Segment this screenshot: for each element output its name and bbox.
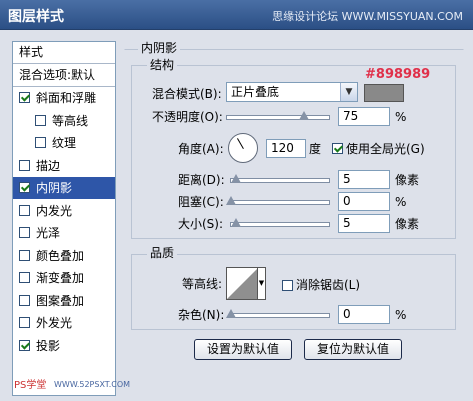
choke-input[interactable]: 0 (338, 192, 390, 211)
window-title: 图层样式 (8, 9, 64, 25)
style-item-label: 投影 (36, 338, 61, 353)
style-item-label: 渐变叠加 (36, 271, 85, 286)
styles-list-header[interactable]: 样式 (13, 42, 115, 64)
antialias-checkbox[interactable] (282, 280, 293, 291)
style-item-checkbox[interactable] (19, 227, 30, 239)
antialias-label[interactable]: 消除锯齿(L) (296, 277, 360, 293)
blend-mode-select[interactable]: 正片叠底 ▼ (226, 82, 358, 102)
style-item[interactable]: 斜面和浮雕 (13, 87, 115, 110)
choke-slider-thumb[interactable] (226, 196, 236, 205)
watermark: 思缘设计论坛 WWW.MISSYUAN.COM (272, 10, 463, 23)
noise-slider[interactable] (226, 309, 330, 318)
style-item[interactable]: 图案叠加 (13, 289, 115, 312)
style-item[interactable]: 颜色叠加 (13, 244, 115, 267)
title-bar: 图层样式 思缘设计论坛 WWW.MISSYUAN.COM (0, 0, 473, 30)
style-item-label: 颜色叠加 (36, 248, 85, 263)
distance-input[interactable]: 5 (338, 170, 390, 189)
distance-slider[interactable] (230, 174, 330, 183)
style-item[interactable]: 外发光 (13, 312, 115, 335)
style-item[interactable]: 光泽 (13, 222, 115, 245)
inner-shadow-title: 内阴影 (138, 41, 181, 55)
size-slider[interactable] (230, 218, 330, 227)
style-item-label: 图案叠加 (36, 293, 85, 308)
blend-options-item[interactable]: 混合选项:默认 (13, 64, 115, 87)
shadow-color-swatch[interactable] (364, 84, 404, 102)
distance-unit: 像素 (395, 173, 420, 187)
style-item[interactable]: 内阴影 (13, 176, 115, 199)
noise-slider-thumb[interactable] (226, 309, 236, 318)
style-item-label: 等高线 (52, 113, 89, 128)
opacity-unit: % (395, 110, 407, 124)
style-item-checkbox[interactable] (19, 204, 30, 216)
style-item-label: 外发光 (36, 316, 73, 331)
ps-logo: PS学堂 (14, 380, 47, 391)
logo-url: WWW.52PSXT.COM (54, 380, 131, 389)
noise-label: 杂色(N): (178, 308, 225, 322)
reset-default-button[interactable]: 复位为默认值 (304, 339, 402, 360)
style-item-label: 纹理 (52, 136, 77, 151)
angle-label: 角度(A): (178, 142, 224, 156)
global-light-label[interactable]: 使用全局光(G) (346, 141, 425, 157)
size-slider-thumb[interactable] (231, 218, 241, 227)
set-default-button[interactable]: 设置为默认值 (194, 339, 292, 360)
style-item-label: 斜面和浮雕 (36, 91, 97, 106)
noise-unit: % (395, 308, 407, 322)
styles-list: 样式 混合选项:默认 斜面和浮雕等高线纹理描边内阴影内发光光泽颜色叠加渐变叠加图… (12, 41, 116, 396)
style-item[interactable]: 投影 (13, 334, 115, 357)
contour-dropdown-icon[interactable]: ▼ (257, 268, 265, 299)
opacity-input[interactable]: 75 (338, 107, 390, 126)
size-label: 大小(S): (178, 217, 224, 231)
style-item-label: 内发光 (36, 203, 73, 218)
style-item-label: 内阴影 (36, 181, 73, 196)
distance-label: 距离(D): (178, 173, 225, 187)
style-item-checkbox[interactable] (19, 159, 30, 171)
blend-mode-label: 混合模式(B): (152, 87, 222, 101)
angle-input[interactable]: 120 (266, 139, 306, 158)
structure-title: 结构 (147, 58, 178, 72)
angle-dial[interactable] (228, 133, 258, 163)
size-input[interactable]: 5 (338, 214, 390, 233)
contour-preview-icon (227, 268, 258, 299)
style-item[interactable]: 内发光 (13, 199, 115, 222)
style-item-checkbox[interactable] (19, 182, 30, 194)
size-unit: 像素 (395, 217, 420, 231)
style-item-checkbox[interactable] (35, 114, 46, 126)
choke-unit: % (395, 195, 407, 209)
opacity-slider[interactable] (226, 111, 330, 120)
distance-slider-thumb[interactable] (231, 174, 241, 183)
style-item-checkbox[interactable] (19, 294, 30, 306)
choke-label: 阻塞(C): (178, 195, 224, 209)
style-item[interactable]: 渐变叠加 (13, 267, 115, 290)
noise-input[interactable]: 0 (338, 305, 390, 324)
style-item-checkbox[interactable] (19, 272, 30, 284)
style-item-checkbox[interactable] (19, 92, 30, 104)
blend-mode-value: 正片叠底 (231, 85, 280, 99)
style-item-label: 描边 (36, 158, 61, 173)
quality-title: 品质 (147, 246, 178, 260)
style-item-label: 光泽 (36, 226, 61, 241)
opacity-label: 不透明度(O): (152, 110, 223, 124)
global-light-checkbox[interactable] (332, 143, 343, 154)
chevron-down-icon: ▼ (340, 83, 357, 101)
style-item-checkbox[interactable] (35, 137, 46, 149)
style-item-checkbox[interactable] (19, 339, 30, 351)
style-item-checkbox[interactable] (19, 317, 30, 329)
style-item-checkbox[interactable] (19, 249, 30, 261)
style-item[interactable]: 描边 (13, 154, 115, 177)
contour-picker[interactable]: ▼ (226, 267, 266, 300)
contour-label: 等高线: (182, 277, 223, 291)
style-item[interactable]: 等高线 (13, 109, 115, 132)
angle-unit: 度 (309, 142, 322, 156)
blend-options-label: 混合选项:默认 (19, 68, 96, 83)
style-item[interactable]: 纹理 (13, 132, 115, 155)
opacity-slider-thumb[interactable] (298, 111, 309, 120)
angle-dial-hand (237, 138, 244, 149)
choke-slider[interactable] (226, 196, 330, 205)
color-hex-annotation: #898989 (365, 67, 431, 82)
